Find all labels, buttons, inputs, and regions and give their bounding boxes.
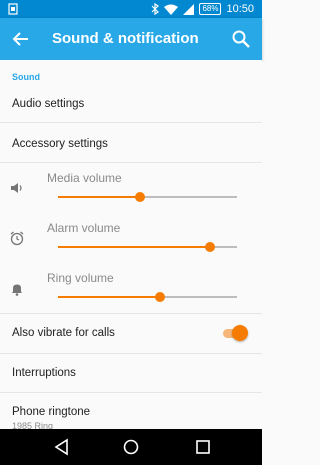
battery-level: 68 [202,4,212,13]
vibrate-for-calls-item[interactable]: Also vibrate for calls [12,327,115,339]
divider [0,122,262,123]
home-circle-icon[interactable] [121,437,141,457]
bluetooth-icon [152,3,160,15]
slider-thumb[interactable] [135,192,146,202]
page-title: Sound & notification [52,30,199,47]
ring-volume-slider[interactable] [58,290,237,304]
slider-fill [58,246,211,248]
app-bar: Sound & notification [0,18,262,60]
navigation-bar [0,429,262,465]
section-header-sound: Sound [12,72,40,82]
vibrate-toggle[interactable] [222,324,248,342]
interruptions-item[interactable]: Interruptions [12,367,76,379]
slider-thumb[interactable] [205,242,216,252]
alarm-clock-icon [10,231,24,246]
notification-icon [8,3,18,15]
toggle-thumb [232,325,248,341]
back-arrow-icon[interactable] [10,28,32,50]
recents-square-icon[interactable] [193,437,213,457]
search-icon[interactable] [230,28,252,50]
slider-fill [58,196,141,198]
divider [0,313,262,314]
signal-icon [183,3,195,15]
battery-icon: 68% [199,3,222,15]
media-volume-slider[interactable] [58,190,237,204]
accessory-settings-item[interactable]: Accessory settings [12,138,108,150]
media-volume-label: Media volume [47,171,122,185]
wifi-icon [164,4,179,15]
bell-icon [12,284,22,296]
alarm-volume-label: Alarm volume [47,221,121,235]
slider-thumb[interactable] [155,292,166,302]
slider-fill [58,296,161,298]
divider [0,392,262,393]
phone-ringtone-item[interactable]: Phone ringtone [12,406,90,418]
clock: 10:50 [226,3,254,15]
back-triangle-icon[interactable] [52,437,72,457]
divider [0,353,262,354]
status-bar: 68% 10:50 [0,0,262,18]
audio-settings-item[interactable]: Audio settings [12,98,84,110]
speaker-icon [11,183,22,193]
ring-volume-label: Ring volume [47,271,114,285]
alarm-volume-slider[interactable] [58,240,237,254]
divider [0,162,262,163]
